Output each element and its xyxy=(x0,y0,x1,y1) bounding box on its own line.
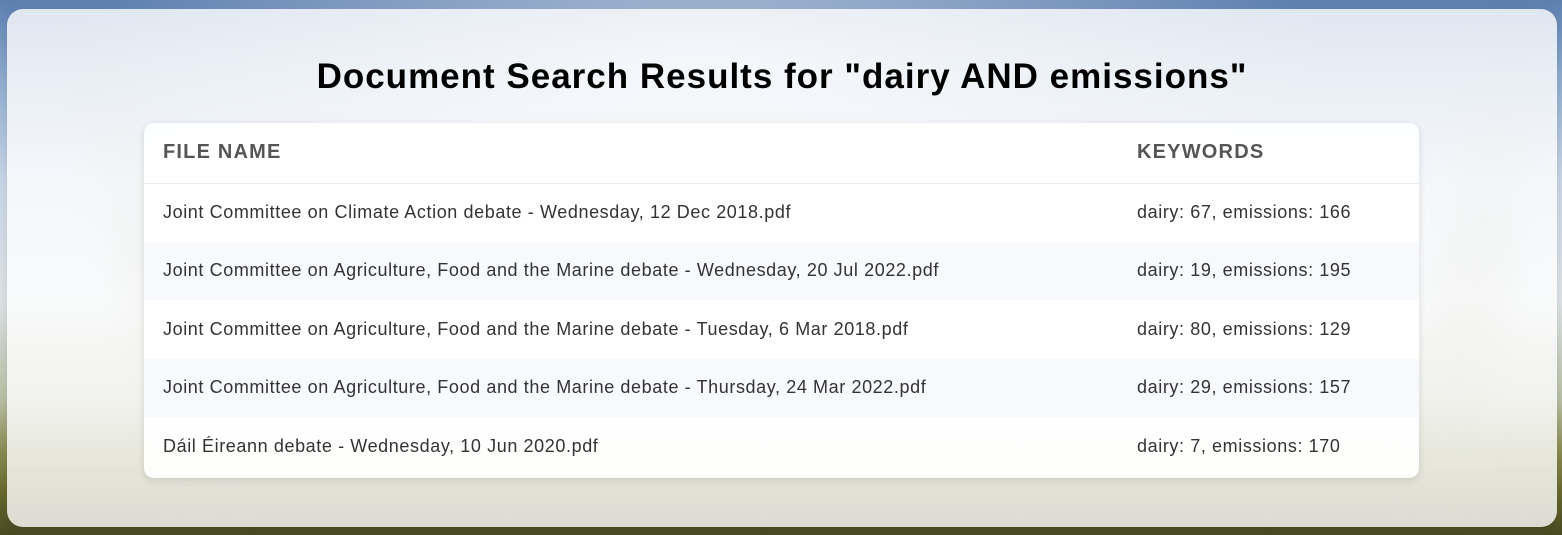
column-header-keywords: Keywords xyxy=(1137,141,1265,164)
table-row[interactable]: Joint Committee on Climate Action debate… xyxy=(144,183,1419,242)
table-row[interactable]: Dáil Éireann debate - Wednesday, 10 Jun … xyxy=(144,417,1419,476)
file-name-cell: Joint Committee on Agriculture, Food and… xyxy=(163,377,927,398)
table-row[interactable]: Joint Committee on Agriculture, Food and… xyxy=(144,300,1419,359)
keywords-cell: dairy: 67, emissions: 166 xyxy=(1137,202,1352,222)
results-card: Document Search Results for "dairy AND e… xyxy=(7,9,1557,527)
file-name-cell: Joint Committee on Climate Action debate… xyxy=(163,202,792,222)
table-row[interactable]: Joint Committee on Agriculture, Food and… xyxy=(144,358,1419,417)
column-header-file-name: File Name xyxy=(163,141,282,164)
table-row[interactable]: Joint Committee on Agriculture, Food and… xyxy=(144,241,1419,300)
file-name-cell: Joint Committee on Agriculture, Food and… xyxy=(163,318,909,339)
keywords-cell: dairy: 19, emissions: 195 xyxy=(1137,260,1352,281)
table-header-row: File Name Keywords xyxy=(144,123,1419,183)
file-name-cell: Dáil Éireann debate - Wednesday, 10 Jun … xyxy=(163,435,599,456)
keywords-cell: dairy: 29, emissions: 157 xyxy=(1137,377,1352,398)
keywords-cell: dairy: 80, emissions: 129 xyxy=(1137,318,1352,339)
results-table-container: File Name Keywords Joint Committee on Cl… xyxy=(144,123,1419,478)
results-table: File Name Keywords Joint Committee on Cl… xyxy=(144,123,1419,476)
keywords-cell: dairy: 7, emissions: 170 xyxy=(1137,435,1341,456)
file-name-cell: Joint Committee on Agriculture, Food and… xyxy=(163,260,939,281)
page-title: Document Search Results for "dairy AND e… xyxy=(316,57,1248,96)
